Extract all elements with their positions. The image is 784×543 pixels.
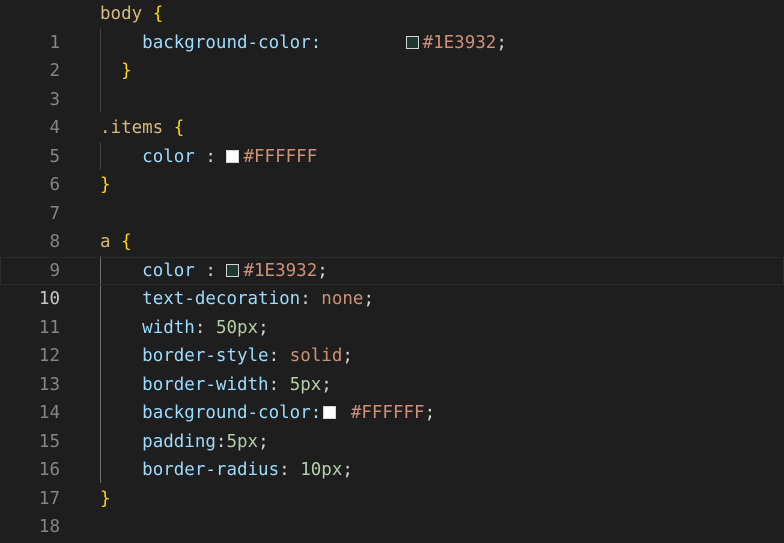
semicolon: ; (258, 431, 269, 452)
css-value: #1E3932 (422, 32, 497, 53)
colon: : (205, 260, 216, 281)
color-swatch-icon[interactable] (226, 263, 240, 277)
css-property: color (142, 260, 195, 281)
code-line[interactable]: 17 border-radius: 10px; (0, 456, 784, 509)
css-selector: .items (100, 118, 164, 138)
colon: : (205, 146, 216, 167)
semicolon: ; (424, 403, 436, 423)
css-property: background-color: (142, 403, 322, 423)
code-line[interactable]: 5 .items { (0, 114, 784, 167)
css-value: none (321, 289, 364, 309)
colon: : (300, 289, 311, 309)
semicolon: ; (317, 260, 328, 281)
code-line[interactable]: 11 text-decoration: none; (0, 285, 784, 338)
code-editor[interactable]: 1 body { 2 background-color: #1E3932; 3 … (0, 0, 784, 543)
code-line[interactable]: 6 color : #FFFFFF (0, 143, 784, 196)
code-line[interactable]: 16 padding:5px; (0, 428, 784, 481)
code-line[interactable]: 8 (0, 200, 784, 252)
colon: : (215, 431, 227, 452)
color-swatch-icon[interactable] (405, 35, 419, 49)
css-value: 5px (226, 431, 259, 452)
css-selector: body (100, 4, 143, 24)
code-line[interactable]: 9 a { (0, 228, 784, 281)
code-line[interactable]: 7 } (0, 171, 784, 224)
semicolon: ; (496, 32, 507, 53)
css-property: text-decoration (142, 289, 301, 309)
code-line[interactable]: 12 width: 50px; (0, 314, 784, 367)
code-line[interactable]: 3 } (0, 57, 784, 110)
code-line[interactable]: 2 background-color: #1E3932; (0, 29, 784, 82)
line-number: 18 (38, 517, 60, 537)
open-brace: { (173, 118, 185, 138)
code-line[interactable]: 18 } (0, 485, 784, 538)
css-value: #FFFFFF (350, 403, 425, 423)
css-value: 5px (289, 374, 322, 395)
code-line[interactable]: 14 border-width: 5px; (0, 371, 784, 424)
semicolon: ; (342, 346, 353, 366)
code-line[interactable]: 1 body { (0, 0, 784, 53)
open-brace: { (121, 232, 132, 252)
colon: : (194, 317, 206, 338)
code-line[interactable]: 4 (0, 86, 784, 138)
close-brace: } (100, 488, 111, 509)
close-brace: } (100, 175, 111, 195)
open-brace: { (152, 4, 164, 24)
close-brace: } (121, 61, 132, 81)
semicolon: ; (363, 289, 374, 309)
css-property: border-radius (142, 460, 280, 480)
colon: : (279, 460, 290, 480)
css-value: 10px (300, 460, 343, 480)
css-property: width (142, 317, 195, 338)
color-swatch-icon[interactable] (226, 149, 240, 163)
css-value: #FFFFFF (243, 146, 318, 167)
css-value: solid (289, 346, 343, 366)
colon: : (268, 346, 280, 366)
color-swatch-icon[interactable] (323, 406, 337, 419)
css-property: background-color: (142, 32, 322, 53)
code-line[interactable]: 15 background-color: #FFFFFF; (0, 399, 784, 452)
css-property: padding (142, 431, 216, 452)
css-property: color (142, 146, 195, 167)
css-value: #1E3932 (243, 260, 318, 281)
css-property: border-width (142, 374, 269, 395)
css-value: 50px (215, 317, 259, 338)
semicolon: ; (342, 460, 353, 480)
semicolon: ; (321, 374, 332, 395)
code-line-current[interactable]: 10 color : #1E3932; (0, 257, 784, 310)
colon: : (268, 374, 280, 395)
css-selector: a (100, 232, 111, 252)
code-line[interactable]: 13 border-style: solid; (0, 342, 784, 395)
semicolon: ; (258, 317, 269, 338)
css-property: border-style (142, 346, 269, 366)
